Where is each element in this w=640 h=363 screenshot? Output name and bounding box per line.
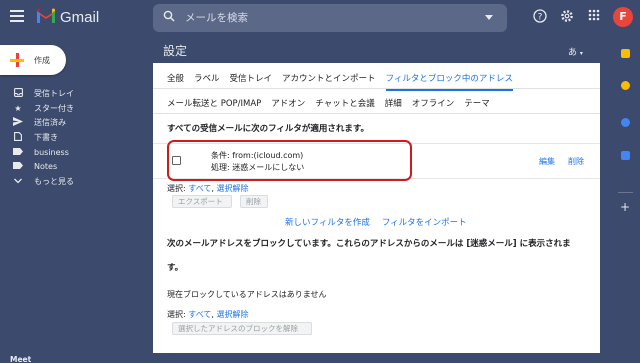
sidebar-item-more[interactable]: もっと見る [12,174,74,189]
tab-advanced[interactable]: 詳細 [385,97,402,109]
search-bar[interactable] [153,4,507,32]
gmail-m-icon [36,7,56,27]
search-input[interactable] [185,12,455,24]
avatar[interactable]: F [613,7,633,27]
svg-text:?: ? [538,13,543,23]
label-icon [12,147,24,157]
app-name: Gmail [60,8,100,26]
caret-down-icon: ▾ [579,50,583,57]
tab-chat-meet[interactable]: チャットと会議 [315,97,374,109]
blocked-heading-line1: 次のメールアドレスをブロックしています。これらのアドレスからのメールは [迷惑メ… [167,239,571,249]
draft-icon [12,131,24,143]
sidebar-item-business[interactable]: business [12,145,74,160]
filter-links: 新しいフィルタを作成 フィルタをインポート [285,216,479,228]
tasks-icon[interactable] [621,118,630,127]
contacts-icon[interactable] [621,151,630,160]
sidebar-item-label: 送信済み [34,118,66,128]
sidebar-item-notes[interactable]: Notes [12,159,74,174]
sidebar-item-label: スター付き [34,103,74,113]
create-filter-link[interactable]: 新しいフィルタを作成 [285,216,370,228]
input-tools-label: あ [568,48,578,58]
tab-divider [153,113,600,114]
sidebar-item-starred[interactable]: ★ スター付き [12,101,74,116]
meet-section-title: Meet [10,355,32,363]
plus-icon [10,53,24,67]
sidebar-item-label: 下書き [34,132,58,142]
calendar-icon[interactable] [621,49,630,58]
delete-filters-button[interactable]: 削除 [240,195,268,208]
select-none-link[interactable]: 選択解除 [216,184,248,193]
tab-offline[interactable]: オフライン [412,97,455,109]
tab-divider [153,88,600,89]
filter-edit-link[interactable]: 編集 [539,156,555,167]
sidebar-item-drafts[interactable]: 下書き [12,130,74,145]
main-menu-icon[interactable] [10,10,24,24]
settings-panel: 全般 ラベル 受信トレイ アカウントとインポート フィルタとブロック中のアドレス… [153,63,600,353]
inbox-icon [12,87,24,99]
tab-addons[interactable]: アドオン [271,97,305,109]
search-options-icon[interactable] [485,15,493,20]
label-icon [12,162,24,171]
send-icon [12,117,24,128]
sidebar-item-label: Notes [34,162,58,172]
filters-select-line: 選択: すべて, 選択解除 [167,184,249,193]
blocked-heading-line2: す。 [167,263,184,273]
select-none-link[interactable]: 選択解除 [216,310,248,319]
tab-forwarding-pop-imap[interactable]: メール転送と POP/IMAP [167,97,261,109]
filter-delete-link[interactable]: 削除 [568,156,584,167]
gear-icon[interactable] [560,9,574,27]
side-panel-rail: + [611,40,640,363]
select-label: 選択: [167,310,186,319]
sidebar-item-sent[interactable]: 送信済み [12,115,74,130]
add-addon-icon[interactable]: + [620,200,630,214]
help-icon[interactable]: ? [533,9,547,27]
top-bar: Gmail ? F [0,0,640,36]
sidebar-item-inbox[interactable]: 受信トレイ [12,86,74,101]
no-blocked-addresses: 現在ブロックしているアドレスはありません [167,290,327,299]
sidebar-item-label: もっと見る [34,176,74,186]
page-title: 設定 [163,44,188,58]
unblock-button[interactable]: 選択したアドレスのブロックを解除 [172,322,312,335]
blocked-select-line: 選択: すべて, 選択解除 [167,310,249,319]
export-button[interactable]: エクスポート [172,195,232,208]
compose-label: 作成 [34,55,50,65]
import-filter-link[interactable]: フィルタをインポート [382,216,467,228]
apps-grid-icon[interactable] [588,9,600,25]
settings-tabs-row2: メール転送と POP/IMAP アドオン チャットと会議 詳細 オフライン テー… [167,97,500,109]
filters-heading: すべての受信メールに次のフィルタが適用されます。 [167,124,370,134]
keep-icon[interactable] [621,81,630,90]
star-icon: ★ [14,103,22,113]
select-all-link[interactable]: すべて [188,184,211,193]
compose-button[interactable]: 作成 [0,45,66,75]
select-all-link[interactable]: すべて [188,310,211,319]
chevron-down-icon [12,177,24,186]
select-label: 選択: [167,184,186,193]
gmail-logo[interactable]: Gmail [36,7,99,27]
highlight-annotation [167,140,412,181]
search-icon[interactable] [163,10,185,26]
sidebar-item-label: 受信トレイ [34,88,74,98]
rail-divider [618,192,633,193]
tab-themes[interactable]: テーマ [464,97,490,109]
input-tools-button[interactable]: あ ▾ [568,45,583,58]
sidebar-item-label: business [34,147,69,157]
sidebar-nav: 受信トレイ ★ スター付き 送信済み 下書き business Notes もっ… [12,86,74,189]
